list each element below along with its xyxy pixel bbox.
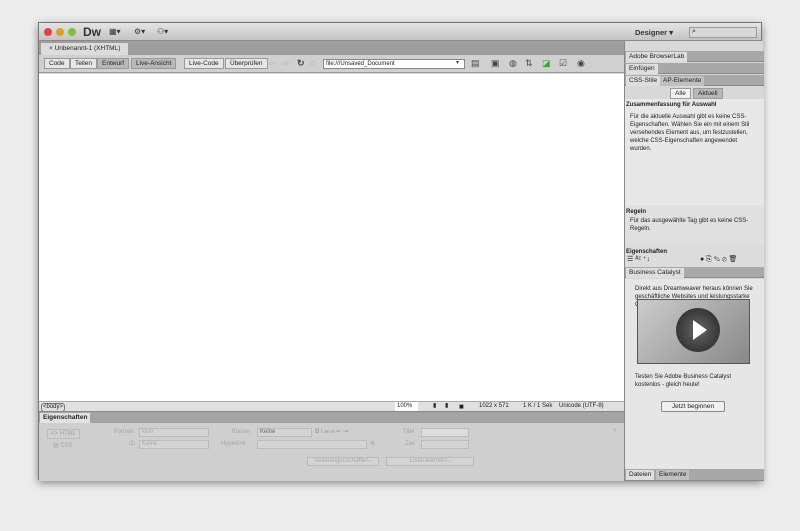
format-buttons[interactable]: 𝐁 𝐼 ☰ ☷ ⇤ ⇥ (315, 428, 348, 436)
split-view-button[interactable]: Teilen (70, 58, 97, 69)
chevron-down-icon[interactable]: ▾ (456, 59, 459, 66)
gear-icon[interactable]: ⚙▾ (134, 27, 145, 36)
panel-title: Business Catalyst (626, 268, 684, 278)
all-button[interactable]: Alle (670, 88, 691, 99)
panel-browserlab[interactable]: Adobe BrowserLab (625, 51, 764, 62)
close-icon[interactable]: × (49, 45, 53, 52)
css-summary: Zusammenfassung für Auswahl Für die aktu… (625, 99, 764, 205)
point-to-file-icon[interactable]: ⊕ (370, 440, 375, 447)
live-code-button[interactable]: Live-Code (184, 58, 224, 69)
id-label: ID (129, 441, 135, 447)
app-logo: Dw (83, 25, 101, 39)
code-view-button[interactable]: Code (44, 58, 70, 69)
panel-title: Einfügen (626, 64, 658, 74)
rules-text: Für das ausgewählte Tag gibt es keine CS… (630, 218, 749, 232)
visual-aids-icon[interactable]: ◪ (542, 58, 551, 69)
summary-title: Zusammenfassung für Auswahl (626, 102, 717, 108)
properties-panel: Eigenschaften <> HTML ▤ CSS Format kein … (39, 411, 624, 481)
css-rules: Regeln Für das ausgewählte Tag gibt es k… (625, 205, 764, 245)
address-value: file:///Unsaved_Document (326, 61, 395, 67)
inspect-button[interactable]: Überprüfen (225, 58, 268, 69)
validate-icon[interactable]: ◉ (577, 58, 585, 69)
title-bar: Dw ▦▾ ⚙▾ ⚇▾ Designer ▾ ⌕ (39, 23, 761, 41)
hyperlink-label: Hyperlink (221, 441, 247, 447)
panel-business-catalyst-header[interactable]: Business Catalyst (625, 267, 764, 278)
css-properties: Eigenschaften ☰ ᴬᶻ ⁺↓ ● ⎘ ✎ ⊘ 🗑 (625, 245, 764, 267)
list-item-button[interactable]: Listenelement... (386, 457, 474, 466)
dreamweaver-window: Dw ▦▾ ⚙▾ ⚇▾ Designer ▾ ⌕ × Unbenannt-1 (… (38, 22, 764, 481)
design-canvas[interactable] (39, 74, 624, 401)
properties-title: Eigenschaften (626, 249, 668, 255)
download-time: 1 K / 1 Sek (523, 403, 553, 409)
html-mode-button[interactable]: <> HTML (47, 429, 81, 439)
right-panel-dock: Adobe BrowserLab Einfügen CSS-Stile AP-E… (624, 41, 764, 481)
tab-assets[interactable]: Elemente (656, 470, 690, 480)
tablet-size-icon[interactable]: ▮ (445, 402, 448, 411)
html-label: HTML (59, 431, 77, 437)
address-input[interactable]: file:///Unsaved_Document (323, 59, 465, 69)
file-management-icon[interactable]: ⇅ (525, 58, 533, 69)
format-label: Format (114, 429, 134, 435)
bc-try-text: Testen Sie Adobe Business Catalyst koste… (635, 374, 732, 388)
layout-icon[interactable]: ▦▾ (109, 27, 121, 36)
start-now-button[interactable]: Jetzt beginnen (661, 401, 725, 412)
panel-insert[interactable]: Einfügen (625, 63, 764, 74)
home-icon[interactable]: ⌂ (310, 58, 315, 68)
refresh-icon[interactable]: ↻ (297, 58, 305, 69)
document-toolbar: Code Teilen Entwurf Live-Ansicht Live-Co… (39, 55, 624, 73)
check-page-icon[interactable]: ☑ (559, 58, 567, 69)
workspace-label: Designer (635, 28, 668, 37)
zoom-button[interactable] (68, 28, 76, 36)
summary-text: Für die aktuelle Auswahl gibt es keine C… (630, 114, 750, 152)
css-label: CSS (60, 443, 73, 449)
mobile-size-icon[interactable]: ▮ (433, 402, 436, 411)
back-icon[interactable]: ⇦ (269, 58, 277, 69)
page-properties-button[interactable]: Seiteneigenschaften... (307, 457, 379, 466)
preview-browser-icon[interactable]: ◍ (509, 58, 517, 69)
search-icon: ⌕ (692, 28, 696, 35)
class-label: Klasse (232, 429, 251, 435)
id-select[interactable]: Keine (139, 440, 209, 449)
panel-title: Adobe BrowserLab (626, 52, 688, 62)
encoding: Unicode (UTF-8) (559, 403, 604, 409)
minimize-button[interactable] (56, 28, 64, 36)
live-view-button[interactable]: Live-Ansicht (131, 58, 177, 69)
tab-document[interactable]: × Unbenannt-1 (XHTML) (41, 43, 129, 55)
play-icon[interactable] (676, 308, 720, 352)
page-options-icon[interactable]: ▤ (471, 58, 480, 69)
video-thumbnail[interactable] (637, 299, 750, 364)
view-toggle-icons[interactable]: ☰ ᴬᶻ ⁺↓ ● ⎘ ✎ ⊘ 🗑 (627, 256, 759, 264)
tab-files[interactable]: Dateien (626, 470, 655, 480)
search-input[interactable]: ⌕ (689, 27, 757, 38)
help-icon[interactable]: ? (613, 429, 616, 435)
status-bar: <body> 100% ▮ ▮ ■ 1022 x 571 1 K / 1 Sek… (39, 401, 624, 412)
tab-ap-elements[interactable]: AP-Elemente (660, 76, 705, 86)
format-select[interactable]: kein (139, 428, 209, 437)
multiscreen-icon[interactable]: ▣ (491, 58, 500, 69)
panel-files-header: Dateien Elemente (625, 469, 764, 481)
panel-css-styles-header: CSS-Stile AP-Elemente (625, 75, 764, 86)
target-select[interactable] (421, 440, 469, 449)
current-button[interactable]: Aktuell (693, 88, 723, 99)
title-label: Titel (403, 429, 415, 435)
desktop-size-icon[interactable]: ■ (459, 402, 464, 411)
title-input[interactable] (421, 428, 469, 437)
design-view-button[interactable]: Entwurf (97, 58, 130, 69)
rules-title: Regeln (626, 209, 647, 215)
site-icon[interactable]: ⚇▾ (157, 27, 168, 36)
close-window-button[interactable] (44, 28, 52, 36)
chevron-down-icon: ▾ (669, 28, 673, 37)
hyperlink-input[interactable] (257, 440, 367, 449)
workspace-switcher[interactable]: Designer ▾ (635, 28, 673, 37)
class-select[interactable]: Keine (257, 428, 312, 437)
css-mode-button[interactable]: ▤ CSS (53, 442, 73, 449)
tab-label: Unbenannt-1 (XHTML) (54, 45, 121, 52)
forward-icon[interactable]: ⇨ (282, 58, 290, 69)
tab-properties[interactable]: Eigenschaften (40, 413, 91, 423)
zoom-select[interactable]: 100% (395, 402, 419, 411)
tab-css-styles[interactable]: CSS-Stile (626, 76, 661, 86)
target-label: Ziel (405, 441, 415, 447)
document-tabs: × Unbenannt-1 (XHTML) (39, 41, 624, 55)
window-size[interactable]: 1022 x 571 (479, 402, 509, 411)
